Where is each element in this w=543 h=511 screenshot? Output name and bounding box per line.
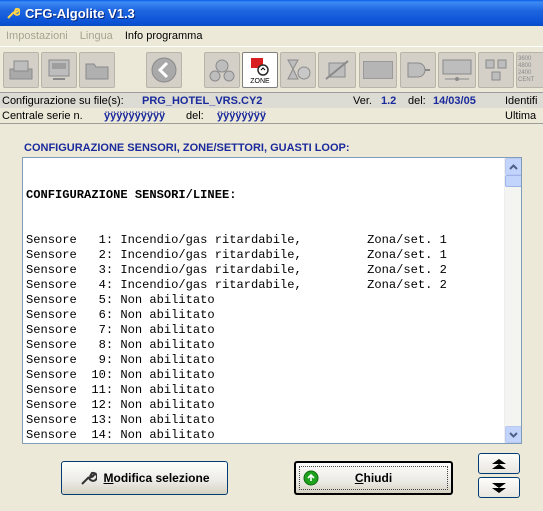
list-item[interactable]: Sensore 6: Non abilitato — [26, 308, 447, 323]
list-item[interactable]: Sensore 4: Incendio/gas ritardabile, Zon… — [26, 278, 447, 293]
wrench-icon — [81, 471, 98, 485]
wrench-icon — [5, 5, 21, 21]
toolbar-timer-button[interactable] — [280, 52, 316, 88]
toolbar: ZONE 3600 4800 2400 CENT — [0, 46, 543, 92]
list-header: CONFIGURAZIONE SENSORI/LINEE: — [26, 188, 237, 202]
version-value: 1.2 — [381, 94, 397, 107]
modify-label: odifica selezione — [113, 471, 210, 485]
date2-value: ÿÿÿÿÿÿÿÿ — [217, 109, 266, 122]
last-label: Ultima — [505, 109, 537, 122]
list-item[interactable]: Sensore 15: Non abilitato — [26, 443, 447, 444]
config-file-label: Configurazione su file(s): — [2, 94, 124, 107]
version-label: Ver. — [353, 94, 372, 107]
date2-label: del: — [186, 109, 204, 122]
date-value: 14/03/05 — [433, 94, 476, 107]
list-item[interactable]: Sensore 13: Non abilitato — [26, 413, 447, 428]
list-item[interactable]: Sensore 1: Incendio/gas ritardabile, Zon… — [26, 233, 447, 248]
config-file-value: PRG_HOTEL_VRS.CY2 — [142, 94, 263, 107]
modify-accel: M — [103, 471, 114, 485]
zone-icon — [251, 57, 269, 76]
toolbar-back-button[interactable] — [146, 52, 182, 88]
menu-lingua[interactable]: Lingua — [74, 30, 119, 42]
config-info-row: Configurazione su file(s): PRG_HOTEL_VRS… — [0, 92, 543, 108]
list-item[interactable]: Sensore 9: Non abilitato — [26, 353, 447, 368]
panel-icon — [48, 59, 70, 80]
serial-value: ÿÿÿÿÿÿÿÿÿÿ — [104, 109, 166, 122]
green-circle-icon — [303, 470, 319, 486]
config-listbox[interactable]: CONFIGURAZIONE SENSORI/LINEE: Sensore 1:… — [22, 157, 522, 444]
chevron-down-icon — [509, 431, 518, 438]
toolbar-panel-button[interactable] — [41, 52, 77, 88]
scroll-thumb[interactable] — [505, 175, 521, 187]
list-item[interactable]: Sensore 2: Incendio/gas ritardabile, Zon… — [26, 248, 447, 263]
list-item[interactable]: Sensore 8: Non abilitato — [26, 338, 447, 353]
window-title: CFG-Algolite V1.3 — [25, 5, 135, 21]
toolbar-logic-button[interactable] — [400, 52, 436, 88]
list-item[interactable]: Sensore 14: Non abilitato — [26, 428, 447, 443]
menu-info-programma[interactable]: Info programma — [119, 30, 209, 42]
chevron-up-icon — [509, 163, 518, 170]
date-label: del: — [408, 94, 426, 107]
vertical-scrollbar[interactable] — [504, 158, 521, 443]
toolbar-network-button[interactable] — [478, 52, 514, 88]
list-item[interactable]: Sensore 12: Non abilitato — [26, 398, 447, 413]
page-down-button[interactable] — [478, 477, 520, 498]
toolbar-output-button[interactable] — [438, 52, 476, 88]
close-button[interactable]: Chiudi — [294, 461, 453, 495]
sensors-icon — [209, 59, 235, 82]
scroll-up-button[interactable] — [505, 158, 521, 175]
toolbar-zone-button[interactable]: ZONE — [242, 52, 278, 88]
baud-3600: 3600 — [518, 56, 532, 62]
baud-2400: 2400 — [518, 70, 532, 76]
modify-selection-button[interactable]: Modifica selezione — [61, 461, 228, 495]
stack-icon — [9, 60, 33, 80]
baud-4800: 4800 — [518, 63, 532, 69]
hourglass-clock-icon — [287, 59, 311, 80]
double-chevron-down-icon — [492, 482, 506, 493]
ident-label: Identifi — [505, 94, 538, 107]
serial-label: Centrale serie n. — [2, 109, 83, 122]
zone-label: ZONE — [250, 77, 270, 85]
page-up-button[interactable] — [478, 453, 520, 474]
menu-impostazioni[interactable]: Impostazioni — [0, 30, 74, 42]
back-arrow-icon — [151, 57, 177, 83]
network-icon — [485, 59, 507, 81]
double-chevron-up-icon — [492, 458, 506, 469]
list-item[interactable]: Sensore 11: Non abilitato — [26, 383, 447, 398]
folder-icon — [85, 63, 109, 80]
scroll-down-button[interactable] — [505, 426, 521, 443]
toolbar-folder-button[interactable] — [79, 52, 115, 88]
list-item[interactable]: Sensore 10: Non abilitato — [26, 368, 447, 383]
toolbar-display-button[interactable] — [359, 52, 397, 88]
output-icon — [442, 59, 472, 81]
toolbar-tools-button[interactable] — [318, 52, 356, 88]
list-item[interactable]: Sensore 5: Non abilitato — [26, 293, 447, 308]
serial-info-row: Centrale serie n. ÿÿÿÿÿÿÿÿÿÿ del: ÿÿÿÿÿÿ… — [0, 108, 543, 124]
toolbar-baud-button[interactable]: 3600 4800 2400 CENT — [516, 52, 543, 88]
toolbar-stack-button[interactable] — [3, 52, 39, 88]
toolbar-sensors-button[interactable] — [204, 52, 240, 88]
panel-title: CONFIGURAZIONE SENSORI, ZONE/SETTORI, GU… — [24, 142, 350, 154]
logic-gate-icon — [407, 62, 430, 78]
config-lines: CONFIGURAZIONE SENSORI/LINEE: Sensore 1:… — [26, 158, 447, 444]
title-bar[interactable]: CFG-Algolite V1.3 — [0, 0, 543, 26]
baud-cent: CENT — [518, 77, 535, 83]
list-item[interactable]: Sensore 3: Incendio/gas ritardabile, Zon… — [26, 263, 447, 278]
list-item[interactable]: Sensore 7: Non abilitato — [26, 323, 447, 338]
display-icon — [363, 61, 393, 79]
menu-bar: Impostazioni Lingua Info programma — [0, 26, 543, 45]
tools-icon — [325, 60, 349, 80]
